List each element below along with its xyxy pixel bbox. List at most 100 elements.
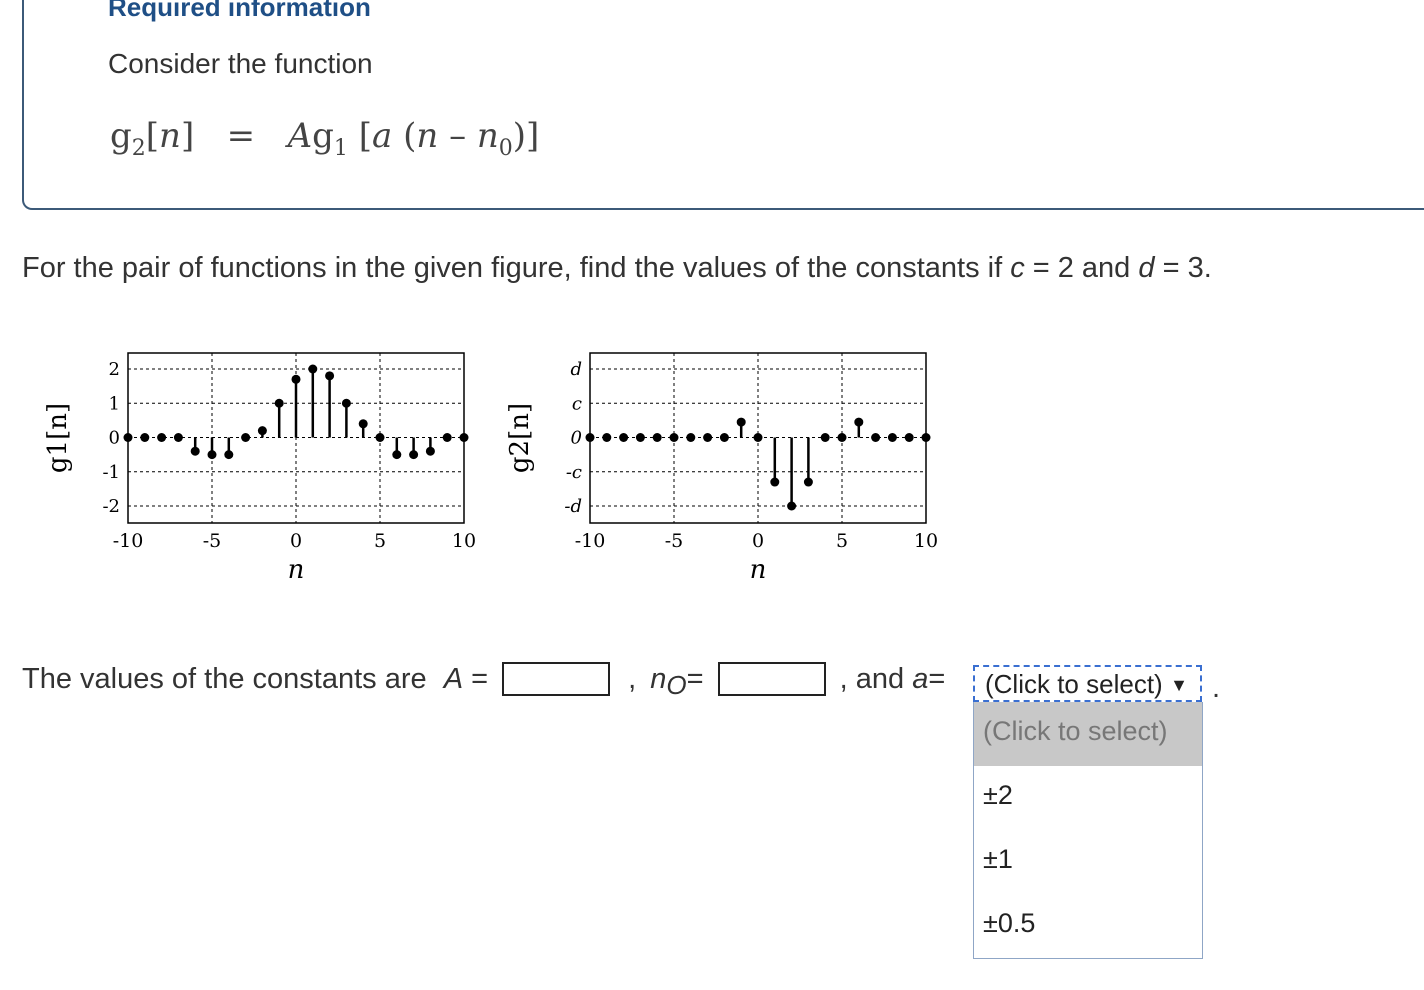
formula-a: a bbox=[371, 116, 393, 156]
stem-point bbox=[753, 433, 763, 442]
formula-n0: n bbox=[476, 116, 499, 156]
A-input[interactable] bbox=[502, 662, 611, 697]
y-tick-label: 0 bbox=[571, 428, 582, 449]
stem-point bbox=[442, 433, 452, 442]
stem-point bbox=[425, 446, 435, 456]
stem-point bbox=[207, 450, 217, 460]
n0-input[interactable] bbox=[717, 662, 826, 697]
answer-period: . bbox=[1212, 672, 1221, 704]
stem-point bbox=[820, 433, 830, 442]
stem-point bbox=[224, 450, 234, 460]
question-body: For the pair of functions in the given f… bbox=[22, 252, 1011, 284]
stem-point bbox=[140, 433, 150, 442]
stem-point bbox=[308, 364, 318, 374]
stem-point bbox=[803, 477, 813, 487]
answer-comma: , bbox=[628, 662, 637, 695]
stem-point bbox=[392, 450, 402, 460]
stem-point bbox=[123, 433, 133, 442]
plot-g2: dc 0 -c -d -10 -5 0 5 10 n g2[n] bbox=[505, 352, 938, 585]
formula-g2-sub: 2 bbox=[131, 135, 146, 161]
stem-point bbox=[375, 433, 385, 442]
function-figure: 210-1-2-10 -5 0 5 10ng1[n] dc0-c-d-10 -5 0 5 10n… bbox=[43, 352, 938, 585]
stem-point bbox=[887, 433, 897, 442]
question-text: For the pair of functions in the given f… bbox=[22, 252, 1212, 285]
stem-point bbox=[837, 433, 847, 442]
required-info-box bbox=[22, 0, 1424, 210]
x-axis-label: n bbox=[288, 555, 305, 585]
answer-and: , and bbox=[839, 662, 913, 695]
stem-point bbox=[652, 433, 662, 442]
question-c: c bbox=[1010, 252, 1025, 284]
stem-point bbox=[921, 433, 931, 442]
y-tick-label: -1 bbox=[102, 462, 120, 483]
y-axis-label: g2[n] bbox=[505, 403, 535, 473]
question-d-value: = 3. bbox=[1154, 252, 1212, 284]
stem-point bbox=[871, 433, 881, 442]
stem-point bbox=[173, 433, 183, 442]
x-tick-label: -5 bbox=[665, 530, 684, 552]
stem-point bbox=[719, 433, 729, 442]
y-tick-label: 0 bbox=[109, 428, 120, 449]
x-tick-label: 10 bbox=[452, 530, 476, 552]
option-click-to-select[interactable]: (Click to select) bbox=[974, 702, 1202, 766]
option-plus-minus-2[interactable]: ±2 bbox=[974, 766, 1202, 830]
chevron-down-icon: ▼ bbox=[1170, 675, 1188, 695]
stem-point bbox=[770, 477, 780, 487]
select-current-value: (Click to select) bbox=[985, 669, 1163, 699]
stem-point bbox=[257, 426, 267, 436]
stem-point bbox=[585, 433, 595, 442]
y-axis-label: g1[n] bbox=[43, 403, 73, 473]
answer-a-var: a bbox=[912, 662, 929, 695]
a-select-dropdown[interactable]: (Click to select) ▼ bbox=[973, 665, 1202, 702]
select-options-list: (Click to select) ±2 ±1 ±0.5 bbox=[973, 702, 1203, 959]
formula-n2: n bbox=[416, 116, 439, 156]
answer-n0-sub: O bbox=[666, 669, 687, 700]
stem-point bbox=[736, 417, 746, 427]
stem-point bbox=[358, 419, 368, 429]
formula-n0-sub: 0 bbox=[498, 135, 513, 161]
answer-A-eq: = bbox=[463, 662, 489, 695]
formula-equals: = bbox=[226, 116, 256, 156]
answer-prefix: The values of the constants are bbox=[22, 662, 435, 695]
formula-minus: – bbox=[449, 116, 467, 156]
formula-g1-sub: 1 bbox=[333, 135, 348, 161]
x-tick-label: 5 bbox=[836, 530, 848, 552]
y-tick-label: 1 bbox=[109, 393, 120, 414]
stem-point bbox=[669, 433, 679, 442]
stem-point bbox=[409, 450, 419, 460]
y-tick-label: c bbox=[572, 393, 582, 414]
x-tick-label: 10 bbox=[914, 530, 938, 552]
stem-point bbox=[635, 433, 645, 442]
plot-g1: 210-1-2-10 -5 0 5 10ng1[n] bbox=[43, 352, 476, 585]
stem-point bbox=[904, 433, 914, 442]
stem-point bbox=[274, 398, 284, 408]
y-tick-label: 2 bbox=[109, 359, 120, 380]
answer-a-eq: = bbox=[928, 662, 946, 695]
stem-point bbox=[686, 433, 696, 442]
formula-g2: g bbox=[110, 116, 132, 156]
x-tick-label: -10 bbox=[575, 530, 606, 552]
stem-point bbox=[341, 398, 351, 408]
stem-point bbox=[619, 433, 629, 442]
stem-point bbox=[787, 501, 797, 511]
option-plus-minus-0-5[interactable]: ±0.5 bbox=[974, 894, 1202, 958]
x-tick-label: 5 bbox=[374, 530, 386, 552]
answer-n0-var: n bbox=[650, 662, 667, 695]
y-tick-label: -d bbox=[564, 496, 582, 517]
answer-line: The values of the constants are A = , nO … bbox=[22, 662, 945, 706]
stem-point bbox=[291, 374, 301, 384]
x-tick-label: 0 bbox=[752, 530, 764, 552]
intro-text: Consider the function bbox=[108, 48, 373, 79]
y-tick-label: -2 bbox=[102, 496, 120, 517]
y-tick-label: -c bbox=[566, 462, 582, 483]
x-axis-label: n bbox=[750, 555, 767, 585]
stem-point bbox=[190, 446, 200, 456]
option-plus-minus-1[interactable]: ±1 bbox=[974, 830, 1202, 894]
stem-point bbox=[241, 433, 251, 442]
answer-A-var: A bbox=[443, 662, 464, 695]
x-tick-label: 0 bbox=[290, 530, 302, 552]
formula-n: n bbox=[159, 116, 181, 156]
question-c-value: = 2 and bbox=[1024, 252, 1139, 284]
stem-point bbox=[157, 433, 167, 442]
formula-A: A bbox=[287, 116, 313, 156]
